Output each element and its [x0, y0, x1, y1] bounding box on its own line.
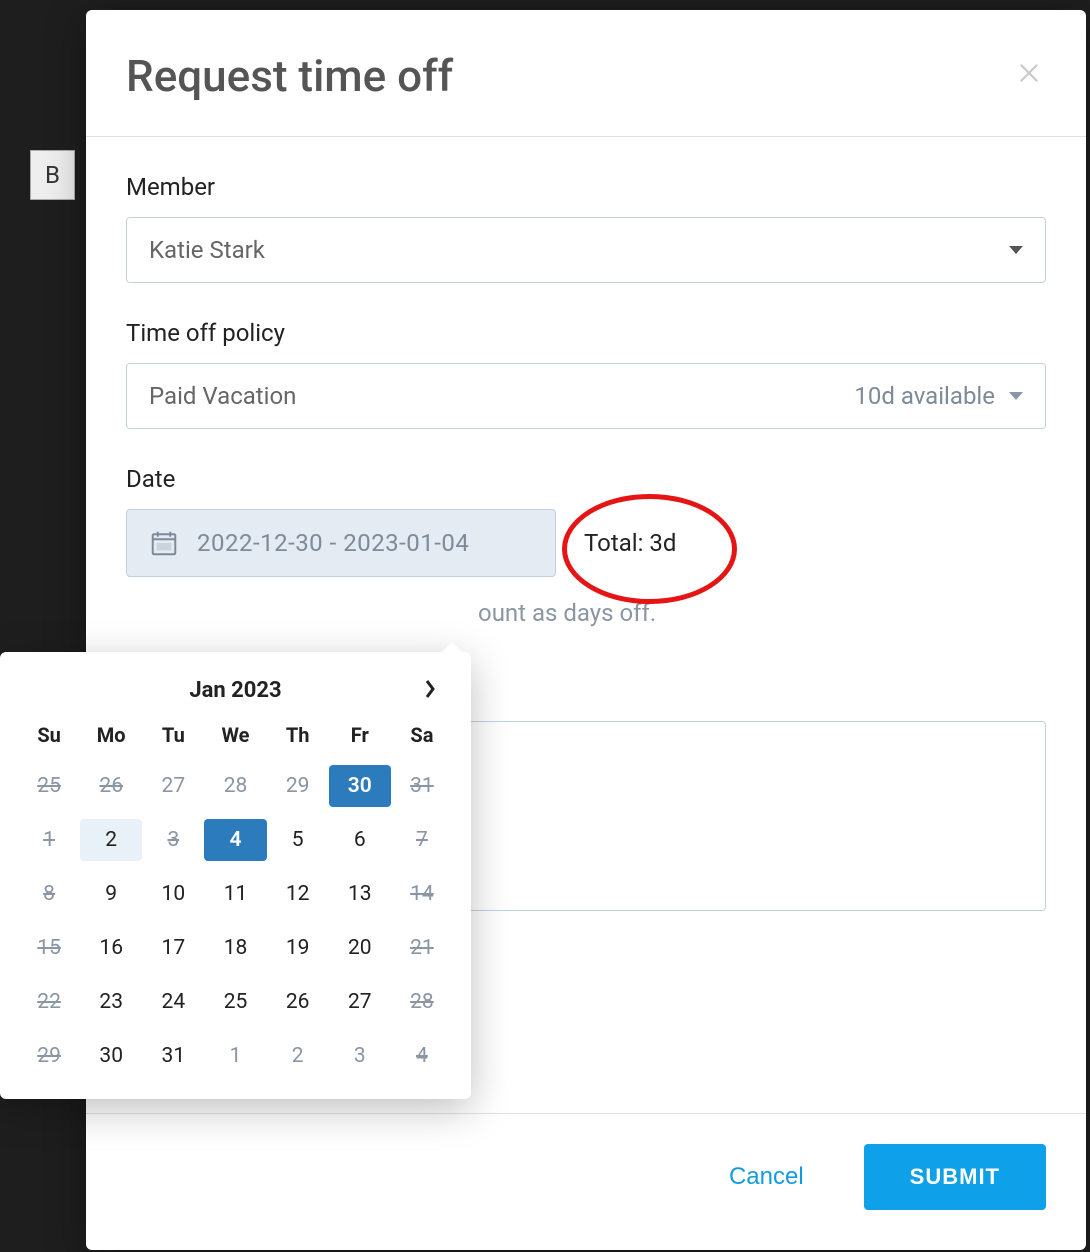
member-value: Katie Stark	[149, 236, 265, 264]
calendar-day[interactable]: 25	[204, 981, 266, 1023]
calendar-day[interactable]: 1	[18, 819, 80, 861]
date-picker-popover: Jan 2023 SuMoTuWeThFrSa25262728293031123…	[0, 652, 471, 1099]
annotation-ellipse	[562, 494, 737, 604]
policy-label: Time off policy	[126, 319, 1046, 347]
cancel-button[interactable]: Cancel	[709, 1151, 824, 1203]
calendar-day[interactable]: 19	[267, 927, 329, 969]
calendar-day: 3	[329, 1035, 391, 1077]
calendar-dow: Tu	[142, 717, 204, 753]
submit-button[interactable]: SUBMIT	[864, 1144, 1046, 1210]
modal-header: Request time off	[86, 10, 1086, 137]
calendar-day: 1	[204, 1035, 266, 1077]
calendar-day[interactable]: 3	[142, 819, 204, 861]
close-icon[interactable]	[1012, 55, 1046, 98]
calendar-day[interactable]: 21	[391, 927, 453, 969]
calendar-day[interactable]: 10	[142, 873, 204, 915]
calendar-dow: Su	[18, 717, 80, 753]
calendar-day[interactable]: 16	[80, 927, 142, 969]
modal-title: Request time off	[126, 50, 453, 102]
policy-select[interactable]: Paid Vacation 10d available	[126, 363, 1046, 429]
calendar-day[interactable]: 12	[267, 873, 329, 915]
total-days: Total: 3d	[584, 519, 676, 567]
calendar-day[interactable]: 15	[18, 927, 80, 969]
chevron-down-icon	[1009, 392, 1023, 400]
calendar-day[interactable]: 13	[329, 873, 391, 915]
member-label: Member	[126, 173, 1046, 201]
bg-cell: B	[30, 150, 75, 200]
calendar-day[interactable]: 26	[80, 765, 142, 807]
calendar-dow: Mo	[80, 717, 142, 753]
calendar-day[interactable]: 28	[391, 981, 453, 1023]
calendar-dow: Th	[267, 717, 329, 753]
calendar-day[interactable]: 25	[18, 765, 80, 807]
calendar-day[interactable]: 17	[142, 927, 204, 969]
calendar-day[interactable]: 7	[391, 819, 453, 861]
calendar-day: 28	[204, 765, 266, 807]
policy-value: Paid Vacation	[149, 382, 296, 410]
calendar-grid: SuMoTuWeThFrSa25262728293031123456789101…	[18, 717, 453, 1077]
calendar-day[interactable]: 2	[80, 819, 142, 861]
calendar-day[interactable]: 26	[267, 981, 329, 1023]
calendar-day[interactable]: 30	[80, 1035, 142, 1077]
date-range-input[interactable]: 2022-12-30 - 2023-01-04	[126, 509, 556, 577]
policy-available: 10d available	[854, 382, 995, 410]
calendar-day: 29	[267, 765, 329, 807]
hint-text: ount as days off.	[126, 599, 1046, 627]
next-month-button[interactable]	[417, 679, 443, 703]
calendar-day[interactable]: 24	[142, 981, 204, 1023]
calendar-day: 2	[267, 1035, 329, 1077]
calendar-day[interactable]: 8	[18, 873, 80, 915]
calendar-day[interactable]: 30	[329, 765, 391, 807]
calendar-day[interactable]: 14	[391, 873, 453, 915]
calendar-day: 27	[142, 765, 204, 807]
calendar-day[interactable]: 18	[204, 927, 266, 969]
calendar-day[interactable]: 31	[142, 1035, 204, 1077]
date-range-text: 2022-12-30 - 2023-01-04	[197, 529, 469, 557]
member-select[interactable]: Katie Stark	[126, 217, 1046, 283]
calendar-day[interactable]: 23	[80, 981, 142, 1023]
calendar-day[interactable]: 31	[391, 765, 453, 807]
modal-footer: Cancel SUBMIT	[86, 1113, 1086, 1250]
calendar-day[interactable]: 22	[18, 981, 80, 1023]
calendar-dow: Sa	[391, 717, 453, 753]
calendar-day[interactable]: 27	[329, 981, 391, 1023]
calendar-day[interactable]: 9	[80, 873, 142, 915]
calendar-day[interactable]: 20	[329, 927, 391, 969]
calendar-day[interactable]: 6	[329, 819, 391, 861]
calendar-day[interactable]: 29	[18, 1035, 80, 1077]
calendar-day[interactable]: 5	[267, 819, 329, 861]
calendar-month-label: Jan 2023	[54, 678, 417, 703]
chevron-down-icon	[1009, 246, 1023, 254]
calendar-icon	[149, 528, 179, 558]
calendar-dow: We	[204, 717, 266, 753]
date-label: Date	[126, 465, 1046, 493]
calendar-day[interactable]: 11	[204, 873, 266, 915]
calendar-day[interactable]: 4	[204, 819, 266, 861]
calendar-day[interactable]: 4	[391, 1035, 453, 1077]
calendar-dow: Fr	[329, 717, 391, 753]
